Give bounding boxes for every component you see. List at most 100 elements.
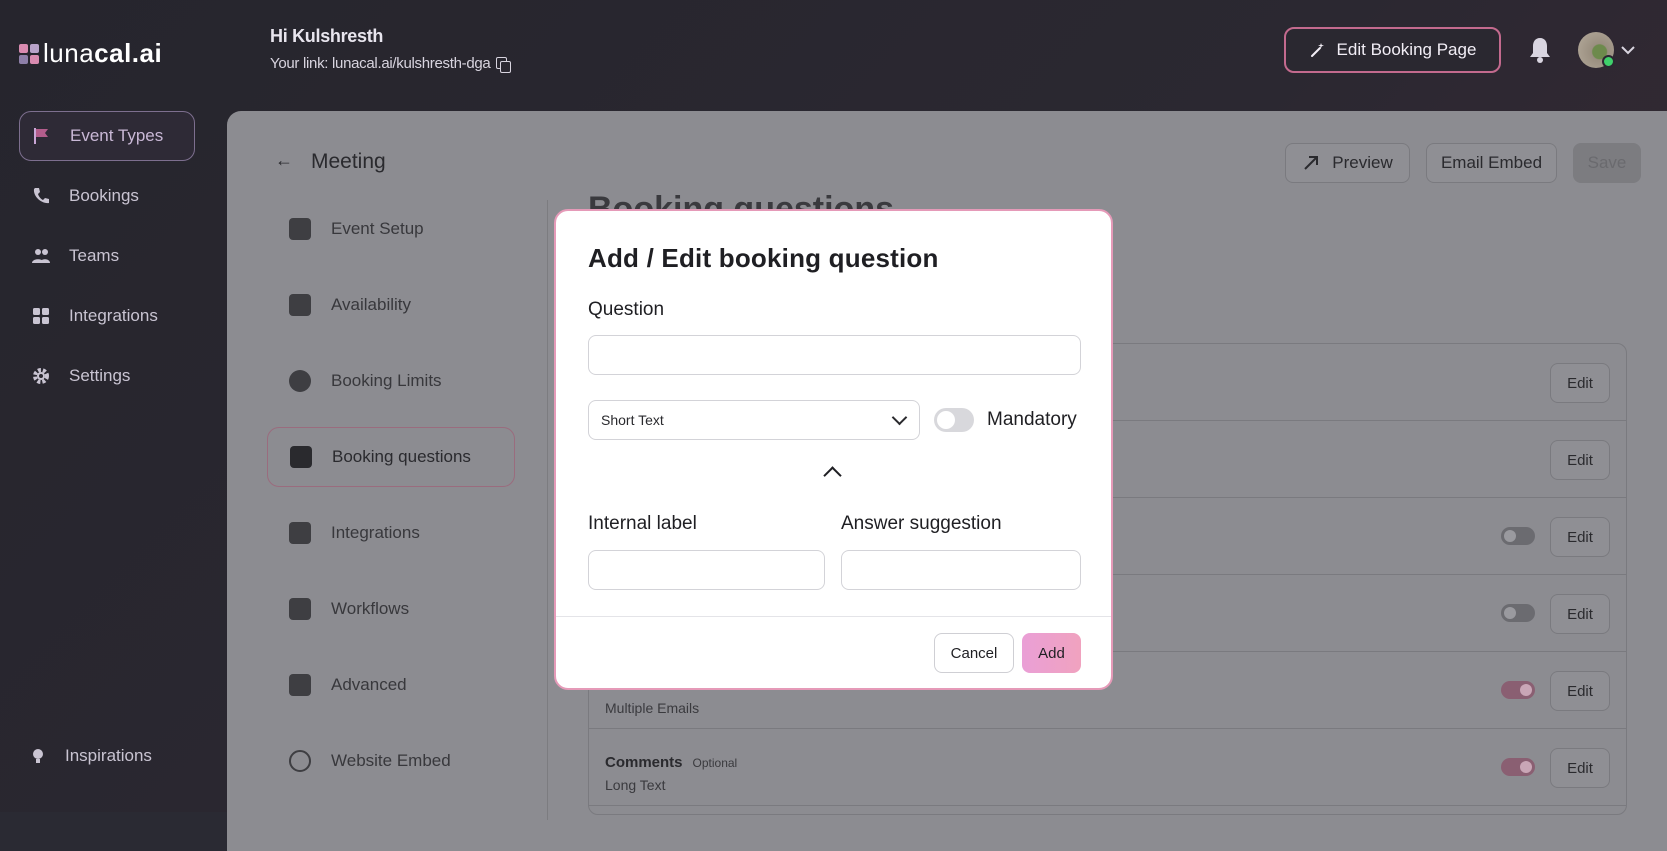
- document-icon: [289, 674, 311, 696]
- tab-website-embed[interactable]: Website Embed: [267, 731, 515, 791]
- edit-booking-page-button[interactable]: Edit Booking Page: [1284, 27, 1501, 73]
- tab-label: Website Embed: [331, 751, 451, 770]
- tab-label: Workflows: [331, 599, 410, 618]
- online-status-dot: [1602, 55, 1615, 68]
- question-toggle[interactable]: [1501, 527, 1535, 545]
- back-arrow-icon[interactable]: ←: [275, 150, 293, 171]
- cancel-button[interactable]: Cancel: [934, 633, 1014, 673]
- chevron-up-icon[interactable]: [823, 466, 842, 485]
- tab-label: Booking Limits: [331, 371, 442, 390]
- sidebar-item-inspirations[interactable]: Inspirations: [19, 746, 152, 766]
- edit-question-button[interactable]: Edit: [1550, 594, 1610, 634]
- internal-label-input[interactable]: [588, 550, 825, 590]
- timer-icon: [289, 370, 311, 392]
- tab-integrations[interactable]: Integrations: [267, 503, 515, 563]
- copy-icon[interactable]: [496, 56, 512, 73]
- question-toggle[interactable]: [1501, 681, 1535, 699]
- folder-icon: [289, 218, 311, 240]
- flag-icon: [34, 128, 48, 144]
- optional-badge: Optional: [692, 756, 738, 770]
- question-input[interactable]: [588, 335, 1081, 375]
- logo-text: lunacal.ai: [43, 38, 163, 68]
- grid-icon: [33, 308, 49, 324]
- chevron-down-icon: [1621, 46, 1635, 55]
- tab-booking-limits[interactable]: Booking Limits: [267, 351, 515, 411]
- calendar-clock-icon: [289, 294, 311, 316]
- mandatory-toggle[interactable]: [934, 408, 974, 432]
- booking-question-dialog: Add / Edit booking question Question Sho…: [554, 209, 1113, 690]
- tab-booking-questions[interactable]: Booking questions: [267, 427, 515, 487]
- sidebar-item-label: Bookings: [69, 186, 139, 205]
- grid-icon: [289, 522, 311, 544]
- question-toggle[interactable]: [1501, 604, 1535, 622]
- magic-wand-icon: [1310, 43, 1324, 57]
- greeting-text: Hi Kulshresth: [270, 26, 384, 46]
- sidebar-item-label: Integrations: [69, 306, 158, 325]
- sidebar-item-bookings[interactable]: Bookings: [19, 171, 195, 221]
- mail-icon: [289, 598, 311, 620]
- email-embed-button[interactable]: Email Embed: [1426, 143, 1557, 183]
- user-menu[interactable]: [1578, 32, 1636, 68]
- tab-workflows[interactable]: Workflows: [267, 579, 515, 639]
- gear-icon: [33, 368, 49, 384]
- edit-question-button[interactable]: Edit: [1550, 440, 1610, 480]
- save-button[interactable]: Save: [1573, 143, 1641, 183]
- tab-label: Event Setup: [331, 219, 424, 238]
- question-toggle[interactable]: [1501, 758, 1535, 776]
- question-name: Comments Optional: [605, 754, 737, 771]
- sidebar-item-event-types[interactable]: Event Types: [19, 111, 195, 161]
- booking-link-text: Your link: lunacal.ai/kulshresth-dga: [270, 55, 491, 72]
- users-icon: [32, 249, 50, 263]
- sidebar-item-label: Settings: [69, 366, 131, 385]
- content-divider: [547, 200, 548, 820]
- dialog-title: Add / Edit booking question: [588, 243, 939, 273]
- internal-label-label: Internal label: [588, 513, 697, 534]
- event-title: Meeting: [311, 150, 386, 173]
- tab-availability[interactable]: Availability: [267, 275, 515, 335]
- sidebar-item-label: Event Types: [70, 126, 164, 145]
- avatar: [1578, 32, 1615, 68]
- save-label: Save: [1587, 153, 1627, 172]
- edit-question-button[interactable]: Edit: [1550, 517, 1610, 557]
- question-type-value: Short Text: [601, 412, 664, 428]
- tab-label: Integrations: [331, 523, 420, 542]
- tab-event-setup[interactable]: Event Setup: [267, 199, 515, 259]
- external-arrow-icon: [1304, 156, 1319, 170]
- preview-label: Preview: [1332, 153, 1393, 172]
- sidebar-item-label: Teams: [69, 246, 120, 265]
- lunacal-logo[interactable]: lunacal.ai: [19, 38, 162, 69]
- email-embed-label: Email Embed: [1440, 153, 1543, 172]
- edit-question-button[interactable]: Edit: [1550, 671, 1610, 711]
- question-label: Question: [588, 299, 665, 320]
- edit-booking-label: Edit Booking Page: [1336, 40, 1477, 59]
- phone-icon: [33, 188, 49, 204]
- question-type-select[interactable]: Short Text: [588, 400, 920, 440]
- clipboard-icon: [290, 446, 312, 468]
- lightbulb-icon: [33, 749, 43, 763]
- question-type: Long Text: [605, 777, 666, 793]
- answer-suggestion-input[interactable]: [841, 550, 1081, 590]
- add-button[interactable]: Add: [1022, 633, 1081, 673]
- sidebar-item-integrations[interactable]: Integrations: [19, 291, 195, 341]
- question-name-text: Comments: [605, 754, 683, 771]
- edit-question-button[interactable]: Edit: [1550, 363, 1610, 403]
- sidebar-item-settings[interactable]: Settings: [19, 351, 195, 401]
- question-type: Multiple Emails: [605, 700, 700, 716]
- answer-suggestion-label: Answer suggestion: [841, 513, 1002, 534]
- question-row: Comments Optional Long Text Edit: [589, 729, 1626, 806]
- tab-label: Booking questions: [332, 447, 471, 466]
- tab-label: Availability: [331, 295, 412, 314]
- user-greeting: Hi Kulshresth Your link: lunacal.ai/kuls…: [270, 26, 512, 73]
- tab-advanced[interactable]: Advanced: [267, 655, 515, 715]
- preview-button[interactable]: Preview: [1285, 143, 1410, 183]
- chevron-down-icon: [891, 409, 908, 426]
- notification-bell-icon[interactable]: [1527, 36, 1553, 64]
- globe-icon: [289, 750, 311, 772]
- inspirations-label: Inspirations: [65, 746, 152, 765]
- edit-question-button[interactable]: Edit: [1550, 748, 1610, 788]
- logo-mark-icon: [19, 43, 39, 64]
- mandatory-label: Mandatory: [987, 409, 1077, 430]
- tab-label: Advanced: [331, 675, 407, 694]
- sidebar-item-teams[interactable]: Teams: [19, 231, 195, 281]
- booking-link: Your link: lunacal.ai/kulshresth-dga: [270, 55, 512, 73]
